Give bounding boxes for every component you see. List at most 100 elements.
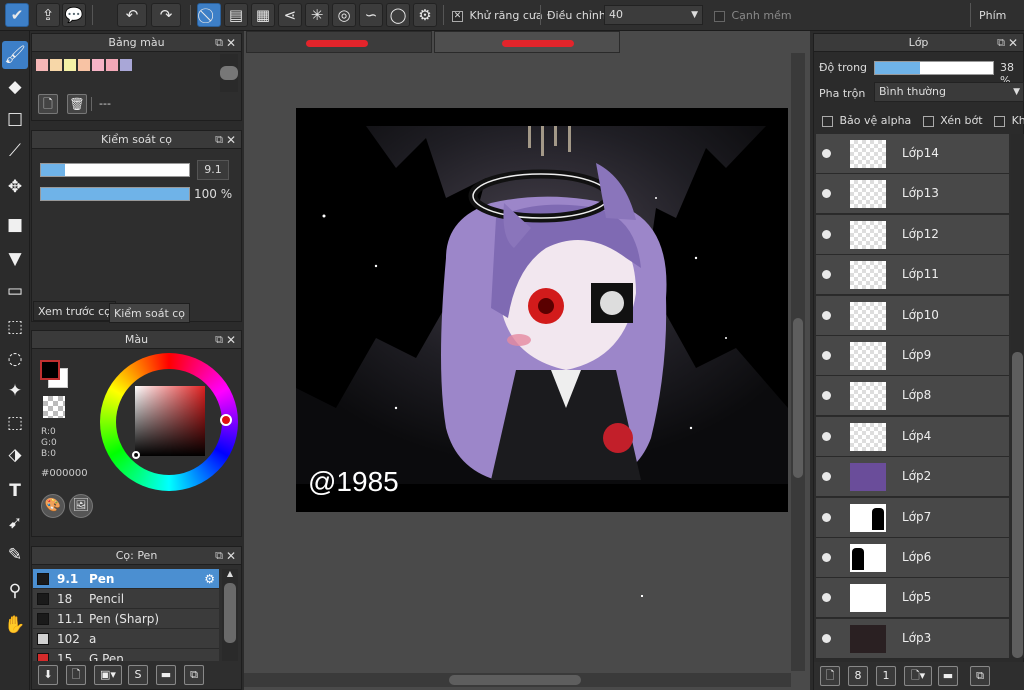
curve-snap-icon[interactable]: ∽ (359, 3, 383, 27)
visibility-icon[interactable] (822, 229, 831, 239)
checkmark-icon[interactable]: ✔ (5, 3, 29, 27)
transparent-color-swatch[interactable] (43, 396, 65, 418)
brush-tool-icon[interactable]: 🖌 (2, 41, 28, 69)
redo-button[interactable]: ↷ (151, 3, 181, 27)
layer-row[interactable]: Lớp9 (816, 336, 1009, 376)
brush-settings-icon[interactable]: ⚙ (204, 569, 215, 589)
visibility-icon[interactable] (822, 593, 831, 603)
visibility-icon[interactable] (822, 553, 831, 562)
visibility-icon[interactable] (822, 270, 831, 280)
palette-swatch[interactable] (92, 59, 104, 71)
close-icon[interactable]: ✕ (226, 34, 236, 52)
popout-icon[interactable]: ⧉ (215, 131, 223, 149)
palette-scrollbar[interactable] (220, 54, 238, 92)
close-icon[interactable]: ✕ (226, 131, 236, 149)
brush-menu-icon[interactable]: ▣▾ (94, 665, 122, 685)
scroll-thumb[interactable] (224, 583, 236, 643)
select-rect-icon[interactable]: ⬚ (2, 313, 28, 341)
antialias-checkbox[interactable]: ✕ (452, 10, 463, 22)
duplicate-icon[interactable]: ⧉ (184, 665, 204, 685)
visibility-icon[interactable] (822, 431, 831, 441)
trash-icon[interactable]: 🗑 (67, 94, 87, 114)
protect-alpha-checkbox[interactable] (822, 115, 833, 127)
layer-row[interactable]: Lớp2 (816, 457, 1009, 498)
text-tool-icon[interactable]: T (2, 477, 28, 505)
hue-wheel[interactable] (100, 353, 238, 491)
visibility-icon[interactable] (822, 633, 831, 643)
palette-swatch[interactable] (78, 59, 90, 71)
perspective-snap-icon[interactable]: ⋖ (278, 3, 302, 27)
rectangle-tool-icon[interactable]: □ (2, 105, 28, 133)
foreground-color-swatch[interactable] (40, 360, 60, 380)
close-icon[interactable]: ✕ (226, 331, 236, 349)
folder-icon[interactable]: ▬ (938, 666, 958, 686)
layer-row[interactable]: Lớp3 (816, 618, 1009, 659)
layer-row[interactable]: Lớp12 (816, 214, 1009, 255)
download-brush-icon[interactable]: ⬇ (38, 665, 58, 685)
color-history-icon[interactable]: 🖼 (69, 494, 93, 518)
color-marker[interactable] (132, 451, 140, 459)
concentric-snap-icon[interactable]: ◎ (332, 3, 356, 27)
saturation-value-square[interactable] (135, 386, 205, 456)
visibility-icon[interactable] (822, 391, 831, 401)
new-brush-icon[interactable]: 🗋 (66, 665, 86, 685)
blur-tool-icon[interactable]: ✎ (2, 541, 28, 569)
eraser-tool-icon[interactable]: ◆ (2, 73, 28, 101)
snap-settings-icon[interactable]: ⚙ (413, 3, 437, 27)
undo-button[interactable]: ↶ (117, 3, 147, 27)
eyedropper-icon[interactable]: ⚲ (2, 577, 28, 605)
fill-rect-tool-icon[interactable]: ■ (2, 211, 28, 239)
soft-edge-checkbox[interactable] (714, 10, 725, 22)
bucket-tool-icon[interactable]: ▼ (2, 245, 28, 273)
popout-icon[interactable]: ⧉ (215, 34, 223, 52)
lock-checkbox[interactable] (994, 115, 1006, 127)
brush-item[interactable]: 15 G Pen (33, 649, 219, 661)
visibility-icon[interactable] (822, 189, 831, 199)
duplicate-icon[interactable]: ⧉ (970, 666, 990, 686)
shortcut-label[interactable]: Phím (979, 9, 1006, 22)
hand-tool-icon[interactable]: ✋ (2, 611, 28, 639)
visibility-icon[interactable] (822, 512, 831, 522)
speech-bubble-icon[interactable]: 💬 (62, 3, 86, 27)
select-eraser-icon[interactable]: ⬗ (2, 441, 28, 469)
popout-icon[interactable]: ⧉ (215, 547, 223, 565)
hue-marker[interactable] (220, 414, 232, 426)
horizontal-scrollbar[interactable] (244, 673, 791, 687)
visibility-icon[interactable] (822, 149, 831, 158)
brush-item[interactable]: 18 Pencil (33, 589, 219, 609)
visibility-icon[interactable] (822, 351, 831, 360)
brush-list-scrollbar[interactable]: ▲ (222, 569, 238, 661)
canvas-area[interactable]: @1985 (244, 31, 810, 690)
antialias-toggle[interactable]: ✕ Khử răng cưa (452, 9, 543, 22)
brush-opacity-slider[interactable] (40, 187, 190, 201)
scroll-up-icon[interactable]: ▲ (222, 569, 238, 578)
palette-swatch[interactable] (120, 59, 132, 71)
visibility-icon[interactable] (822, 310, 831, 320)
tab-brush-preview[interactable]: Xem trước cọ (33, 301, 116, 321)
popout-icon[interactable]: ⧉ (215, 331, 223, 349)
brush-item[interactable]: 102 a (33, 629, 219, 649)
palette-swatch[interactable] (64, 59, 76, 71)
lasso-icon[interactable]: ◌ (2, 345, 28, 373)
clipping-checkbox[interactable] (922, 115, 934, 127)
tab-brush-control[interactable]: Kiểm soát cọ (109, 303, 191, 323)
brush-size-slider[interactable] (40, 163, 190, 177)
layer-menu-icon[interactable]: 🗋▾ (904, 666, 932, 686)
circle-snap-icon[interactable]: ◯ (386, 3, 410, 27)
new-layer-icon[interactable]: 🗋 (820, 666, 840, 686)
magic-wand-icon[interactable]: ✦ (2, 377, 28, 405)
vertical-scrollbar[interactable] (791, 53, 805, 671)
popout-icon[interactable]: ⧉ (997, 34, 1005, 52)
layer-row[interactable]: Lớp7 (816, 497, 1009, 538)
brush-item[interactable]: 11.1 Pen (Sharp) (33, 609, 219, 629)
layer-row[interactable]: Lớp11 (816, 255, 1009, 296)
palette-swatch[interactable] (106, 59, 118, 71)
layer-scrollbar[interactable] (1011, 134, 1024, 658)
export-icon[interactable]: ⇪ (36, 3, 60, 27)
color-set-icon[interactable]: 🎨 (41, 494, 65, 518)
layer-row[interactable]: Lớp10 (816, 295, 1009, 336)
close-icon[interactable]: ✕ (1008, 34, 1018, 52)
line-tool-icon[interactable]: ⟋ (2, 137, 28, 165)
grid-snap-icon[interactable]: ▦ (251, 3, 275, 27)
operation-tool-icon[interactable]: ➹ (2, 509, 28, 537)
